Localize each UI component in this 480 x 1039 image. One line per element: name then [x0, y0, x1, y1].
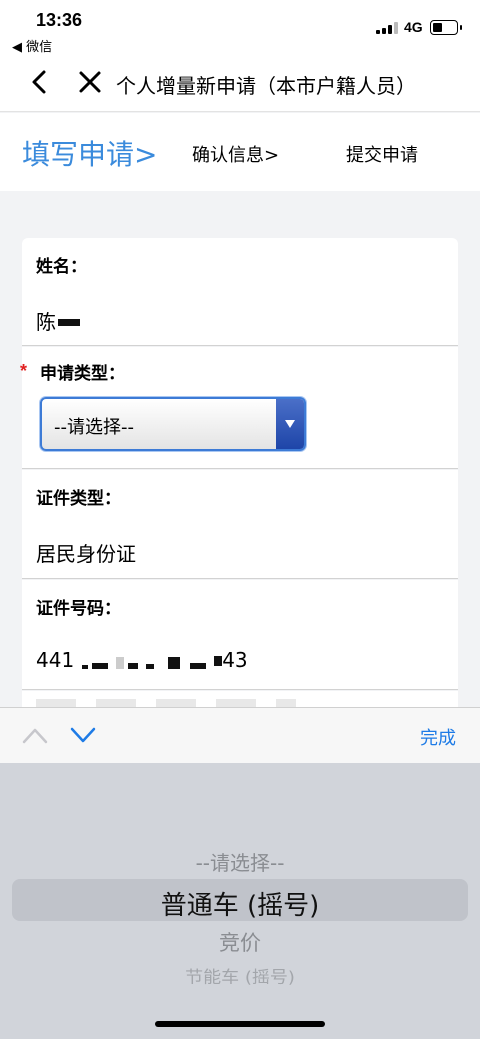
name-text: 陈: [36, 310, 56, 334]
picker-option-selected[interactable]: 普通车 (摇号): [0, 885, 480, 922]
id-number-prefix: 441: [36, 648, 75, 672]
step-confirm-info: 确认信息>: [192, 145, 280, 166]
step-fill-application: 填写申请>: [22, 138, 158, 171]
id-number-row: 证件号码： 441 43: [22, 580, 458, 690]
done-button[interactable]: 完成: [420, 724, 456, 750]
apply-type-selected-value: --请选择--: [54, 417, 134, 438]
redaction-mark: [146, 664, 155, 669]
id-type-label: 证件类型：: [36, 489, 121, 509]
apply-type-select[interactable]: --请选择--: [40, 397, 306, 451]
apply-type-row: * 申请类型： --请选择--: [20, 347, 458, 469]
home-indicator[interactable]: [155, 1021, 325, 1027]
name-label: 姓名：: [36, 257, 87, 277]
picker-option[interactable]: 竞价: [0, 927, 480, 957]
option-picker[interactable]: --请选择-- 普通车 (摇号) 竞价 节能车 (摇号): [0, 763, 480, 1039]
step-submit: 提交申请: [346, 145, 418, 166]
battery-icon: [430, 20, 462, 35]
id-number-label: 证件号码：: [36, 599, 121, 619]
back-arrow-icon[interactable]: [26, 68, 54, 96]
picker-option[interactable]: --请选择--: [0, 847, 480, 876]
id-number-suffix: 43: [222, 648, 248, 672]
redaction-mark: [168, 657, 181, 669]
id-type-value: 居民身份证: [36, 542, 136, 566]
redaction-mark: [92, 663, 109, 669]
row-divider: [22, 689, 458, 690]
redaction-mark: [116, 657, 125, 669]
network-type: 4G: [404, 19, 423, 35]
redaction-mark: [214, 656, 223, 666]
required-mark: *: [20, 361, 28, 381]
apply-type-label: 申请类型：: [40, 364, 125, 384]
status-time: 13:36: [36, 10, 83, 30]
id-number-value: 441 43: [36, 648, 248, 672]
name-value: 陈: [36, 306, 80, 335]
step-indicator: 填写申请> 确认信息> 提交申请: [0, 113, 480, 191]
redaction-mark: [190, 663, 207, 669]
close-icon[interactable]: [76, 68, 104, 96]
chevron-up-icon[interactable]: [22, 724, 48, 746]
page-title: 个人增量新申请（本市户籍人员）: [116, 74, 416, 98]
row-divider: [22, 578, 458, 579]
row-divider: [22, 345, 458, 346]
signal-icon: [376, 22, 398, 34]
redaction-mark: [58, 319, 80, 326]
name-row: 姓名： 陈: [22, 238, 458, 346]
redaction-mark: [128, 663, 139, 669]
nav-bar: 个人增量新申请（本市户籍人员）: [0, 56, 480, 112]
row-divider: [22, 468, 458, 469]
chevron-down-icon[interactable]: [70, 724, 96, 746]
id-type-row: 证件类型： 居民身份证: [22, 470, 458, 579]
picker-option[interactable]: 节能车 (摇号): [0, 964, 480, 987]
redaction-mark: [82, 665, 89, 669]
keyboard-accessory-bar: 完成: [0, 707, 480, 763]
dropdown-arrow-icon[interactable]: [276, 399, 304, 449]
back-to-wechat-link[interactable]: ◀ 微信: [12, 36, 52, 55]
status-bar: 13:36 ◀ 微信 4G: [0, 0, 480, 56]
